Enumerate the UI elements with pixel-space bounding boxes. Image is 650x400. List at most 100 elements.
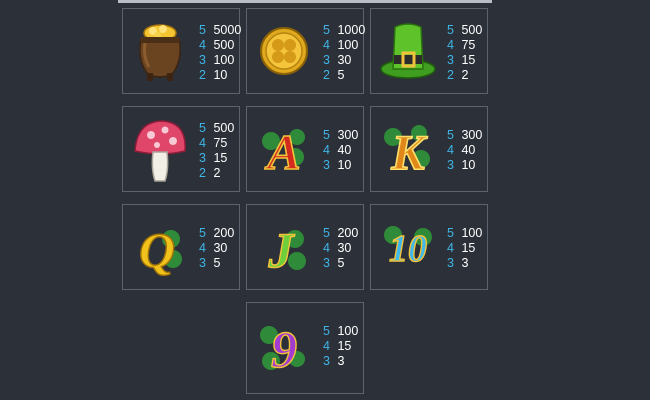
- payout-list: 5 500 4 75 3 15 2 2: [199, 121, 234, 181]
- payout-list: 5 300 4 40 3 10: [323, 128, 358, 173]
- payout-row: 3 3: [447, 256, 482, 271]
- payout-value: 100: [461, 226, 483, 240]
- payout-row: 5 100: [323, 324, 358, 339]
- payout-row: 4 75: [447, 38, 482, 53]
- payout-value: 1000: [337, 23, 366, 37]
- symbol-count: 2: [323, 68, 330, 82]
- payout-value: 5: [213, 256, 221, 270]
- leprechaun-hat-icon: [375, 13, 441, 89]
- paytable-cell-letter-q: Q 5 200 4 30 3 5: [122, 204, 240, 290]
- number-10-icon: 10: [375, 209, 441, 285]
- payout-row: 4 15: [323, 339, 358, 354]
- payout-row: 4 100: [323, 38, 365, 53]
- payout-list: 5 1000 4 100 3 30 2 5: [323, 23, 365, 83]
- paytable-cell-letter-j: J 5 200 4 30 3 5: [246, 204, 364, 290]
- symbol-count: 5: [199, 121, 206, 135]
- mushroom-icon: [127, 111, 193, 187]
- payout-value: 100: [337, 324, 359, 338]
- top-divider: [118, 0, 492, 3]
- payout-value: 300: [337, 128, 359, 142]
- payout-row: 2 10: [199, 68, 241, 83]
- symbol-letter: A: [264, 124, 300, 180]
- payout-list: 5 200 4 30 3 5: [199, 226, 234, 271]
- payout-list: 5 100 4 15 3 3: [323, 324, 358, 369]
- symbol-count: 4: [199, 136, 206, 150]
- symbol-count: 5: [447, 23, 454, 37]
- symbol-count: 3: [447, 256, 454, 270]
- symbol-count: 2: [199, 68, 206, 82]
- payout-value: 3: [337, 354, 345, 368]
- letter-j-icon: J: [251, 209, 317, 285]
- symbol-letter: 9: [271, 322, 297, 379]
- symbol-count: 2: [447, 68, 454, 82]
- payout-value: 15: [337, 339, 352, 353]
- payout-list: 5 5000 4 500 3 100 2 10: [199, 23, 241, 83]
- symbol-count: 3: [199, 53, 206, 67]
- payout-row: 3 5: [199, 256, 234, 271]
- paytable-cell-number-10: 10 5 100 4 15 3 3: [370, 204, 488, 290]
- payout-row: 2 2: [199, 166, 234, 181]
- symbol-count: 5: [199, 23, 206, 37]
- symbol-count: 5: [447, 128, 454, 142]
- paytable-cell-number-9: 9 5 100 4 15 3 3: [246, 302, 364, 394]
- payout-value: 30: [337, 53, 352, 67]
- payout-list: 5 300 4 40 3 10: [447, 128, 482, 173]
- symbol-count: 3: [323, 158, 330, 172]
- payout-value: 30: [337, 241, 352, 255]
- payout-row: 3 30: [323, 53, 365, 68]
- payout-row: 5 300: [323, 128, 358, 143]
- symbol-count: 3: [323, 354, 330, 368]
- payout-value: 40: [461, 143, 476, 157]
- symbol-count: 4: [199, 241, 206, 255]
- payout-row: 3 15: [447, 53, 482, 68]
- symbol-count: 5: [323, 128, 330, 142]
- symbol-count: 4: [323, 339, 330, 353]
- payout-value: 10: [461, 158, 476, 172]
- paytable-cell-leprechaun-hat: 5 500 4 75 3 15 2 2: [370, 8, 488, 94]
- symbol-count: 4: [323, 241, 330, 255]
- payout-value: 15: [213, 151, 228, 165]
- gold-clover-coin-icon: [251, 13, 317, 89]
- symbol-count: 3: [323, 256, 330, 270]
- payout-value: 100: [213, 53, 235, 67]
- symbol-count: 3: [447, 53, 454, 67]
- payout-row: 4 15: [447, 241, 482, 256]
- symbol-count: 4: [199, 38, 206, 52]
- paytable-cell-mushroom: 5 500 4 75 3 15 2 2: [122, 106, 240, 192]
- payout-value: 40: [337, 143, 352, 157]
- letter-k-icon: K: [375, 111, 441, 187]
- letter-q-icon: Q: [127, 209, 193, 285]
- payout-row: 3 15: [199, 151, 234, 166]
- payout-row: 3 10: [323, 158, 358, 173]
- payout-row: 4 30: [199, 241, 234, 256]
- payout-row: 4 30: [323, 241, 358, 256]
- payout-value: 100: [337, 38, 359, 52]
- payout-row: 5 100: [447, 226, 482, 241]
- payout-value: 3: [461, 256, 469, 270]
- payout-row: 5 300: [447, 128, 482, 143]
- payout-value: 2: [213, 166, 221, 180]
- payout-row: 5 200: [199, 226, 234, 241]
- payout-value: 5000: [213, 23, 242, 37]
- payout-row: 2 5: [323, 68, 365, 83]
- payout-list: 5 500 4 75 3 15 2 2: [447, 23, 482, 83]
- payout-row: 5 5000: [199, 23, 241, 38]
- paytable-cell-gold-coin: 5 1000 4 100 3 30 2 5: [246, 8, 365, 94]
- symbol-count: 4: [447, 241, 454, 255]
- payout-row: 5 500: [447, 23, 482, 38]
- symbol-letter: J: [268, 222, 296, 278]
- payout-row: 4 500: [199, 38, 241, 53]
- paytable-cell-letter-k: K 5 300 4 40 3 10: [370, 106, 488, 192]
- payout-value: 5: [337, 68, 345, 82]
- symbol-letter: 10: [389, 228, 427, 270]
- symbol-count: 4: [447, 38, 454, 52]
- payout-value: 75: [213, 136, 228, 150]
- payout-value: 200: [337, 226, 359, 240]
- symbol-count: 3: [323, 53, 330, 67]
- symbol-count: 4: [323, 38, 330, 52]
- payout-value: 2: [461, 68, 469, 82]
- payout-row: 4 75: [199, 136, 234, 151]
- letter-a-icon: A: [251, 111, 317, 187]
- symbol-count: 3: [199, 256, 206, 270]
- payout-row: 4 40: [447, 143, 482, 158]
